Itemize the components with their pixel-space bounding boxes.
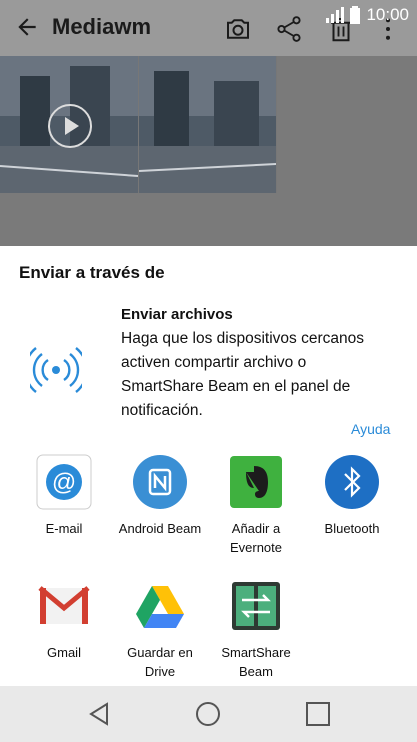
share-target-label: Guardar en Drive xyxy=(127,645,193,679)
image-thumbnail[interactable] xyxy=(138,56,277,193)
file-sharing-title: Enviar archivos xyxy=(121,306,233,323)
share-sheet: Enviar a través de Enviar archivos Haga … xyxy=(0,246,417,686)
harbor-image xyxy=(138,56,277,193)
status-time: 10:00 xyxy=(366,5,409,24)
share-target-gmail[interactable]: Gmail xyxy=(16,578,112,662)
share-target-evernote[interactable]: Añadir a Evernote xyxy=(208,454,304,557)
video-thumbnail[interactable] xyxy=(0,56,139,193)
share-target-bluetooth[interactable]: Bluetooth xyxy=(304,454,400,538)
svg-text:@: @ xyxy=(52,469,76,496)
file-sharing-icon xyxy=(30,347,82,393)
camera-icon[interactable] xyxy=(223,14,253,44)
share-target-email[interactable]: @ E-mail xyxy=(16,454,112,538)
share-target-label: Gmail xyxy=(47,645,81,660)
share-target-label: Añadir a Evernote xyxy=(229,521,283,555)
nav-home-icon[interactable] xyxy=(194,700,222,728)
google-drive-icon xyxy=(136,586,184,628)
gmail-icon xyxy=(38,586,90,624)
navigation-bar xyxy=(0,686,417,742)
sheet-title: Enviar a través de xyxy=(19,263,165,282)
back-arrow-icon[interactable] xyxy=(14,14,40,40)
battery-icon xyxy=(350,6,361,24)
media-thumbnails xyxy=(0,56,277,193)
share-target-drive[interactable]: Guardar en Drive xyxy=(112,578,208,681)
smartshare-beam-icon xyxy=(232,582,280,630)
nav-back-icon[interactable] xyxy=(85,700,113,728)
share-target-label: SmartShare Beam xyxy=(221,645,291,679)
email-icon: @ xyxy=(36,454,92,510)
share-icon[interactable] xyxy=(274,14,304,44)
help-link[interactable]: Ayuda xyxy=(351,421,390,437)
share-target-label: E-mail xyxy=(45,521,83,536)
share-target-smartshare-beam[interactable]: SmartShare Beam xyxy=(208,578,304,681)
evernote-icon xyxy=(230,456,282,508)
bluetooth-icon xyxy=(325,455,379,509)
file-sharing-description: Haga que los dispositivos cercanos activ… xyxy=(121,330,364,419)
share-target-label: Bluetooth xyxy=(324,521,380,536)
share-target-label: Android Beam xyxy=(118,521,202,536)
android-beam-icon xyxy=(133,455,187,509)
status-bar: 10:00 xyxy=(326,4,409,26)
nav-recents-icon[interactable] xyxy=(304,700,332,728)
play-icon[interactable] xyxy=(48,104,92,148)
share-target-android-beam[interactable]: Android Beam xyxy=(112,454,208,538)
signal-icon xyxy=(326,7,345,23)
app-title: Mediawm xyxy=(52,14,152,39)
